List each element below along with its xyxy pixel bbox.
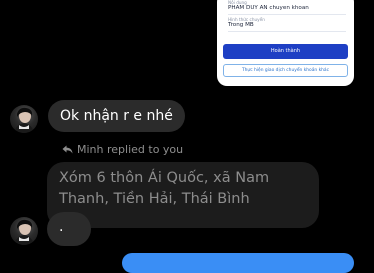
receipt-type-row: Hình thức chuyển Trong MB <box>228 17 346 29</box>
receipt-content-value: PHAM DUY AN chuyen khoan <box>228 5 309 11</box>
receipt-type-value: Trong MB <box>228 22 254 28</box>
message-bubble[interactable]: . <box>47 212 91 246</box>
message-bubble[interactable]: Ok nhận r e nhé <box>48 100 185 132</box>
receipt-divider <box>228 31 346 32</box>
shared-receipt-image[interactable]: Nội dung PHAM DUY AN chuyen khoan Hình t… <box>217 0 354 86</box>
outgoing-message-bubble[interactable] <box>122 253 354 273</box>
reply-indicator: Minh replied to you <box>62 143 183 156</box>
receipt-divider <box>228 14 346 15</box>
sender-avatar[interactable] <box>10 105 38 133</box>
sender-avatar[interactable] <box>10 217 38 245</box>
receipt-new-transfer-button: Thực hiện giao dịch chuyển khoản khác <box>223 64 348 77</box>
reply-arrow-icon <box>62 145 73 154</box>
avatar-photo-icon <box>14 219 34 245</box>
reply-meta-text: Minh replied to you <box>77 143 184 156</box>
receipt-content-row: Nội dung PHAM DUY AN chuyen khoan <box>228 0 346 12</box>
avatar-photo-icon <box>14 107 34 133</box>
receipt-done-button: Hoàn thành <box>223 44 348 59</box>
